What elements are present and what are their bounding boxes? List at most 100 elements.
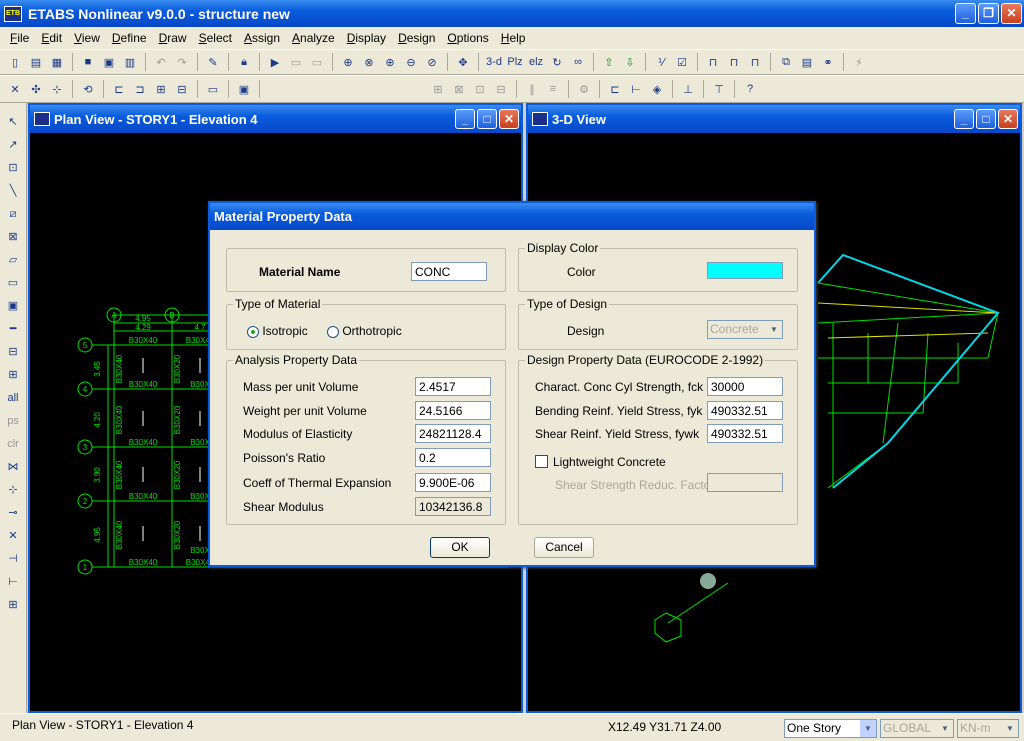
new-file-icon[interactable]: ▯	[6, 53, 24, 71]
zoom-restore-icon[interactable]: ⊗	[360, 53, 378, 71]
zoom-in-icon[interactable]: ⊕	[381, 53, 399, 71]
layers-icon[interactable]: ◈	[648, 80, 666, 98]
intersect-icon[interactable]: ⋈	[4, 458, 22, 476]
view3d-close-button[interactable]: ✕	[998, 109, 1018, 129]
draw-point-icon[interactable]: ⊡	[4, 159, 22, 177]
assign-frame-icon[interactable]: ⊏	[110, 80, 128, 98]
beam-icon[interactable]: ≡	[544, 80, 562, 98]
section-icon[interactable]: ▭	[204, 80, 222, 98]
draw-brace-icon[interactable]: ⧄	[4, 205, 22, 223]
open-file-icon[interactable]: ▤	[27, 53, 45, 71]
animate-icon[interactable]: ▭	[308, 53, 326, 71]
grid-frame-icon[interactable]: ⊓	[725, 53, 743, 71]
help-cursor-icon[interactable]: ?	[741, 80, 759, 98]
design-shear-icon[interactable]: ⊠	[450, 80, 468, 98]
print-icon[interactable]: ▦	[48, 53, 66, 71]
snap-end-icon[interactable]: ⊸	[4, 504, 22, 522]
material-name-input[interactable]	[411, 262, 487, 281]
zoom-window-icon[interactable]: ⊕	[339, 53, 357, 71]
modulus-input[interactable]	[415, 424, 491, 443]
menu-options[interactable]: Options	[441, 31, 494, 45]
draw-rect-icon[interactable]: ▭	[4, 274, 22, 292]
isotropic-radio[interactable]: Isotropic	[247, 324, 308, 338]
color-swatch-button[interactable]	[707, 262, 783, 279]
menu-select[interactable]: Select	[193, 31, 238, 45]
undo-icon[interactable]: ↶	[152, 53, 170, 71]
view3d-maximize-button[interactable]: □	[976, 109, 996, 129]
print-graphics-icon[interactable]: ▥	[121, 53, 139, 71]
rigid-zone-icon[interactable]: ⊢	[627, 80, 645, 98]
close-button[interactable]: ✕	[1001, 3, 1022, 24]
menu-view[interactable]: View	[68, 31, 106, 45]
draw-area-icon[interactable]: ▱	[4, 251, 22, 269]
menu-analyze[interactable]: Analyze	[286, 31, 341, 45]
deformed-shape-icon[interactable]: ⊓	[746, 53, 764, 71]
weight-input[interactable]	[415, 401, 491, 420]
orthotropic-radio[interactable]: Orthotropic	[327, 324, 402, 338]
snap-icon[interactable]: ⅟	[652, 53, 670, 71]
pencil-icon[interactable]: ✎	[204, 53, 222, 71]
rotate-view-icon[interactable]: ↻	[548, 53, 566, 71]
lock-icon[interactable]: 🔒︎	[235, 53, 253, 71]
frame-icon[interactable]: ⊓	[704, 53, 722, 71]
fyk-input[interactable]	[707, 401, 783, 420]
menu-help[interactable]: Help	[495, 31, 532, 45]
deflection-icon[interactable]: ⊤	[710, 80, 728, 98]
assign-load-icon[interactable]: ⊟	[173, 80, 191, 98]
pointer-icon[interactable]: ↖	[4, 113, 22, 131]
snap-perp-icon[interactable]: ⊣	[4, 550, 22, 568]
wall-icon[interactable]: ⚙︎	[575, 80, 593, 98]
design-select[interactable]: Concrete ▼	[707, 320, 783, 339]
forces-icon[interactable]: ⧉	[777, 53, 795, 71]
run-analysis-icon[interactable]: ▶	[266, 53, 284, 71]
story-data-icon[interactable]: ⊏	[606, 80, 624, 98]
snap-middle-icon[interactable]: ✕	[4, 527, 22, 545]
mode-shape-icon[interactable]: ⚭	[819, 53, 837, 71]
thermal-input[interactable]	[415, 473, 491, 492]
design-composite-icon[interactable]: ⊡	[471, 80, 489, 98]
checkbox-icon[interactable]: ☑	[673, 53, 691, 71]
elevation-view-button[interactable]: elz	[527, 53, 545, 71]
replicate-icon[interactable]: ⊹	[48, 80, 66, 98]
snap-point-icon[interactable]: ⊹	[4, 481, 22, 499]
lightning-icon[interactable]: ⚡︎	[850, 53, 868, 71]
assign-restraint-icon[interactable]: ⊥	[679, 80, 697, 98]
perspective-icon[interactable]: ∞	[569, 53, 587, 71]
view3d-minimize-button[interactable]: _	[954, 109, 974, 129]
units-select[interactable]: KN-m ▼	[957, 719, 1019, 738]
draw-slab-icon[interactable]: ▣	[4, 297, 22, 315]
menu-file[interactable]: File	[4, 31, 35, 45]
save-icon[interactable]: ■	[79, 53, 97, 71]
design-frame-icon[interactable]: ⊞	[429, 80, 447, 98]
assign-link-icon[interactable]: ⊞	[152, 80, 170, 98]
menu-assign[interactable]: Assign	[238, 31, 286, 45]
plan-close-button[interactable]: ✕	[499, 109, 519, 129]
plan-view-button[interactable]: Plz	[506, 53, 524, 71]
draw-line-icon[interactable]: ╲	[4, 182, 22, 200]
zoom-out-icon[interactable]: ⊖	[402, 53, 420, 71]
draw-wall-icon[interactable]: ⊟	[4, 343, 22, 361]
plan-maximize-button[interactable]: □	[477, 109, 497, 129]
redo-icon[interactable]: ↷	[173, 53, 191, 71]
minimize-button[interactable]: _	[955, 3, 976, 24]
snap-grid-icon[interactable]: ⊞	[4, 596, 22, 614]
poisson-input[interactable]	[415, 448, 491, 467]
clear-select-button[interactable]: clr	[4, 435, 22, 453]
draw-beam-icon[interactable]: ━	[4, 320, 22, 338]
draw-frame-icon[interactable]: ⊠	[4, 228, 22, 246]
step-icon[interactable]: ▭	[287, 53, 305, 71]
display-options-icon[interactable]: ▣	[235, 80, 253, 98]
previous-select-button[interactable]: ps	[4, 412, 22, 430]
lightweight-checkbox[interactable]	[535, 455, 548, 468]
menu-edit[interactable]: Edit	[35, 31, 68, 45]
menu-design[interactable]: Design	[392, 31, 441, 45]
snap-line-icon[interactable]: ⊢	[4, 573, 22, 591]
coord-system-select[interactable]: GLOBAL ▼	[880, 719, 954, 738]
reshape-icon[interactable]: ↗	[4, 136, 22, 154]
delete-icon[interactable]: ✕	[6, 80, 24, 98]
select-all-button[interactable]: all	[4, 389, 22, 407]
cancel-button[interactable]: Cancel	[534, 537, 594, 558]
ok-button[interactable]: OK	[430, 537, 490, 558]
rotate-icon[interactable]: ⟲	[79, 80, 97, 98]
move-down-icon[interactable]: ⇩	[621, 53, 639, 71]
